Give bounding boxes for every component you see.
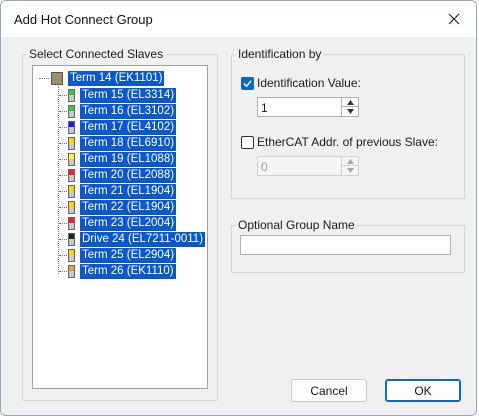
identification-value-spinner[interactable]: 1: [257, 97, 359, 117]
spinner-up-button[interactable]: [342, 157, 358, 166]
tree-connector: [59, 191, 67, 192]
tree-item[interactable]: Term 17 (EL4102): [68, 119, 177, 135]
tree-connector: [58, 86, 59, 274]
group-name-input[interactable]: [240, 235, 451, 255]
chevron-up-icon: [346, 158, 354, 164]
ethercat-addr-checkbox[interactable]: [241, 136, 254, 149]
tree-connector: [59, 95, 67, 96]
tree-item-label: Term 18 (EL6910): [80, 135, 177, 151]
tree-connector: [59, 223, 67, 224]
tree-item-label: Term 20 (EL2088): [80, 167, 177, 183]
tree-connector: [59, 207, 67, 208]
identification-value-checkbox[interactable]: [241, 77, 254, 90]
tree-item[interactable]: Term 19 (EL1088): [68, 151, 177, 167]
spinner-down-button[interactable]: [342, 107, 358, 116]
tree-item-label: Term 19 (EL1088): [80, 151, 177, 167]
tree-item-label: Term 25 (EL2904): [80, 247, 177, 263]
tree-item-label: Term 16 (EL3102): [80, 103, 177, 119]
close-icon: [448, 13, 460, 25]
cancel-button[interactable]: Cancel: [291, 379, 367, 402]
tree-item[interactable]: Term 21 (EL1904): [68, 183, 177, 199]
tree-item[interactable]: Drive 24 (EL7211-0011): [68, 231, 206, 247]
spinner-buttons: [341, 157, 358, 175]
terminal-icon: [68, 232, 75, 246]
tree-connector: [59, 127, 67, 128]
tree-connector: [59, 159, 67, 160]
ethercat-addr-label: EtherCAT Addr. of previous Slave:: [257, 135, 438, 149]
tree-item[interactable]: Term 15 (EL3314): [68, 87, 177, 103]
tree-item[interactable]: Term 26 (EK1110): [68, 263, 176, 279]
tree-item-label: Term 26 (EK1110): [80, 263, 176, 279]
close-button[interactable]: [436, 3, 472, 35]
terminal-icon: [68, 168, 75, 182]
tree-item-label: Drive 24 (EL7211-0011): [80, 231, 206, 247]
tree-item-label: Term 14 (EK1101): [68, 70, 165, 86]
tree-item[interactable]: Term 20 (EL2088): [68, 167, 177, 183]
tree-connector: [59, 239, 67, 240]
terminal-icon: [68, 264, 75, 278]
terminal-icon: [68, 120, 75, 134]
add-hot-connect-group-dialog: Add Hot Connect Group Select Connected S…: [0, 0, 477, 416]
checkmark-icon: [243, 80, 252, 88]
coupler-terminal-icon: [51, 71, 63, 85]
identification-label: Identification by: [236, 47, 324, 61]
tree-item-label: Term 22 (EL1904): [80, 199, 177, 215]
spinner-up-button[interactable]: [342, 98, 358, 107]
chevron-down-icon: [346, 109, 354, 114]
tree-item-label: Term 17 (EL4102): [80, 119, 177, 135]
tree-item-label: Term 15 (EL3314): [80, 87, 177, 103]
tree-item[interactable]: Term 16 (EL3102): [68, 103, 177, 119]
tree-connector: [39, 78, 49, 79]
tree-item-label: Term 23 (EL2004): [80, 215, 177, 231]
terminal-icon: [68, 216, 75, 230]
tree-connector: [59, 143, 67, 144]
terminal-icon: [68, 104, 75, 118]
tree-item[interactable]: Term 25 (EL2904): [68, 247, 177, 263]
terminal-icon: [68, 88, 75, 102]
terminal-icon: [68, 136, 75, 150]
spinner-buttons: [341, 98, 358, 116]
tree-connector: [59, 255, 67, 256]
chevron-down-icon: [346, 168, 354, 173]
tree-connector: [59, 271, 67, 272]
terminal-icon: [68, 184, 75, 198]
ethercat-addr-input[interactable]: 0: [261, 160, 268, 174]
ok-button[interactable]: OK: [385, 379, 461, 402]
identification-value-label: Identification Value:: [257, 76, 361, 90]
slave-tree[interactable]: Term 14 (EK1101) Term 15 (EL3314) Term 16…: [32, 65, 208, 389]
tree-item-label: Term 21 (EL1904): [80, 183, 177, 199]
tree-item[interactable]: Term 18 (EL6910): [68, 135, 177, 151]
tree-root-item[interactable]: Term 14 (EK1101): [51, 70, 165, 86]
dialog-title: Add Hot Connect Group: [14, 12, 153, 27]
tree-connector: [59, 111, 67, 112]
chevron-up-icon: [346, 99, 354, 105]
ethercat-addr-spinner[interactable]: 0: [257, 156, 359, 176]
identification-value-input[interactable]: 1: [261, 101, 268, 115]
tree-connector: [59, 175, 67, 176]
terminal-icon: [68, 248, 75, 262]
terminal-icon: [68, 152, 75, 166]
group-name-label: Optional Group Name: [236, 218, 357, 232]
select-slaves-label: Select Connected Slaves: [27, 47, 166, 61]
tree-item[interactable]: Term 22 (EL1904): [68, 199, 177, 215]
spinner-down-button[interactable]: [342, 166, 358, 175]
terminal-icon: [68, 200, 75, 214]
tree-item[interactable]: Term 23 (EL2004): [68, 215, 177, 231]
title-bar: Add Hot Connect Group: [1, 1, 476, 37]
